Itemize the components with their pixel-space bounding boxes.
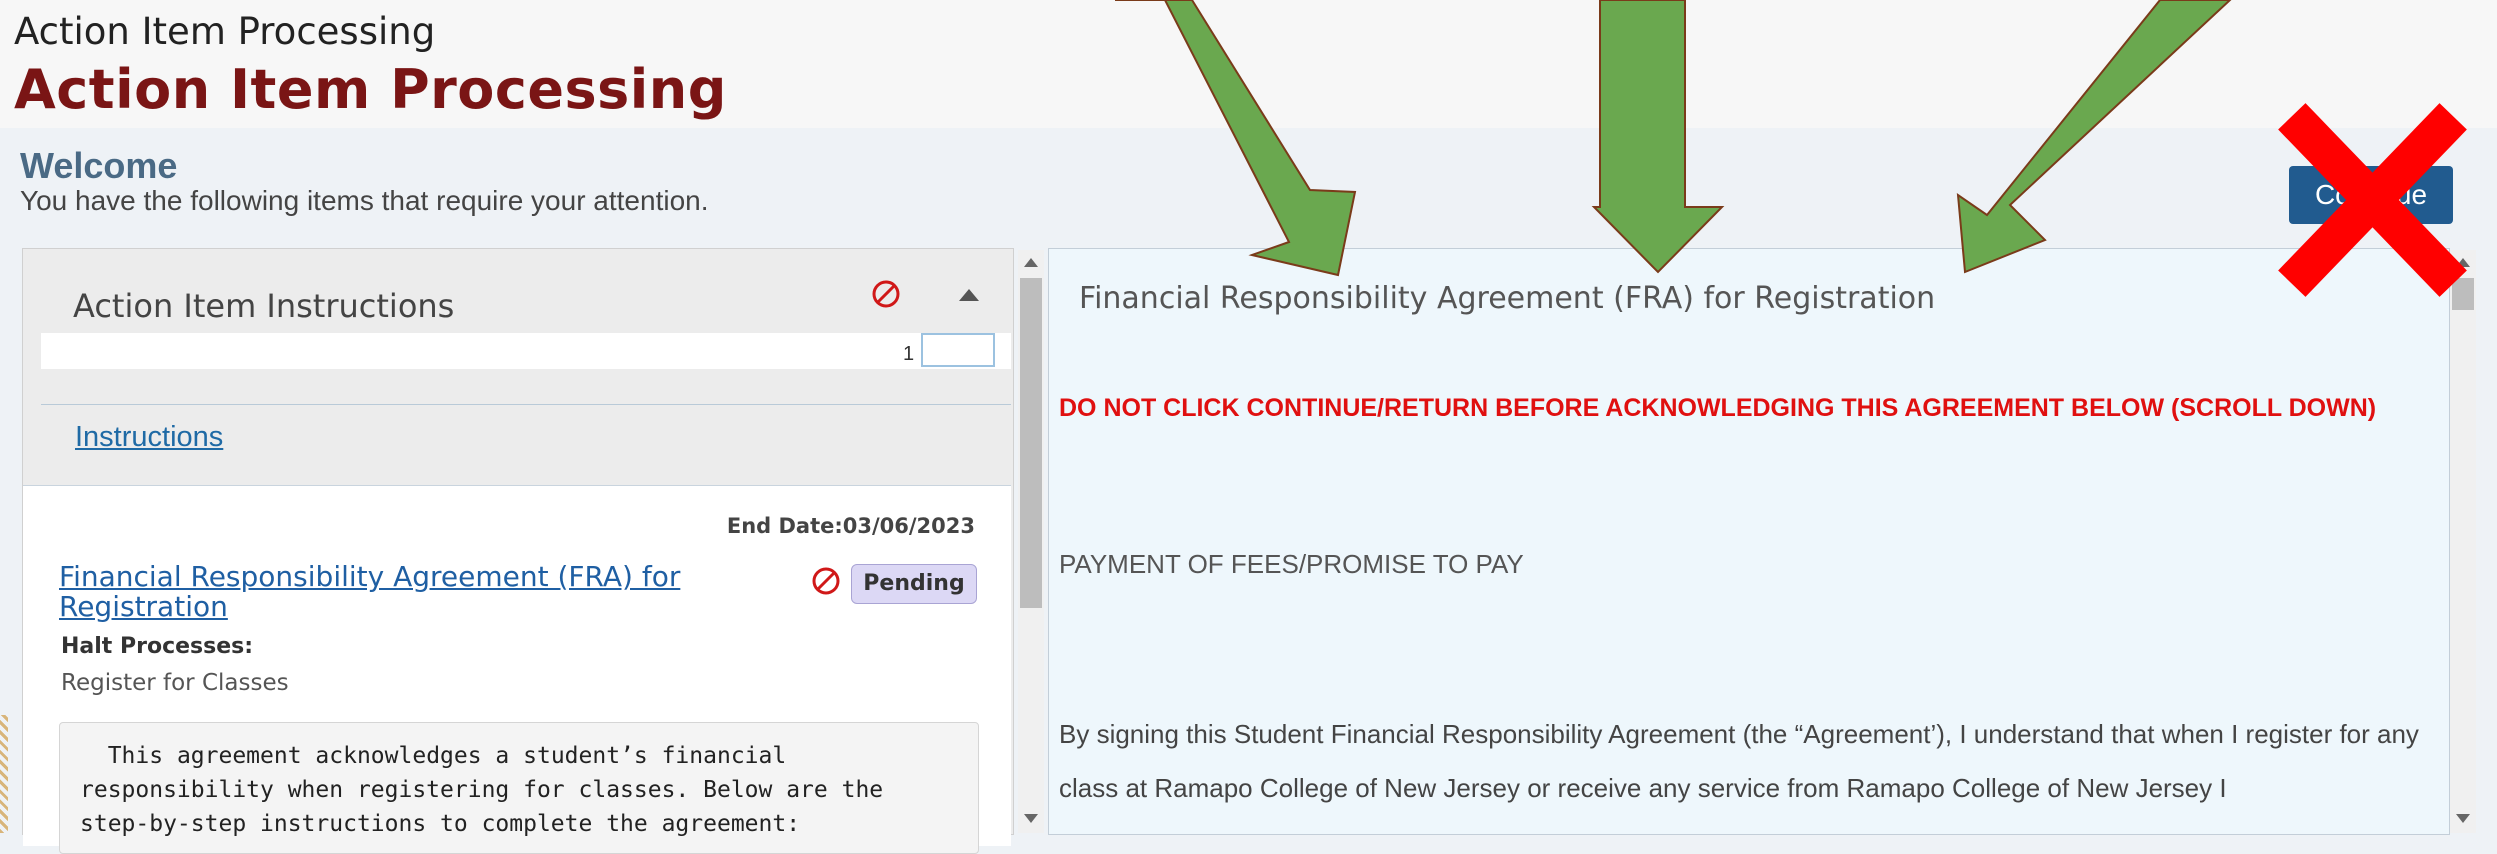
action-item-card: End Date:03/06/2023 Financial Responsibi… <box>23 485 1011 854</box>
progress-bar <box>41 333 1011 369</box>
welcome-title: Welcome <box>20 145 178 186</box>
progress-indicator <box>921 333 995 367</box>
action-item-link[interactable]: Financial Responsibility Agreement (FRA)… <box>59 562 739 622</box>
status-badge: Pending <box>851 564 977 604</box>
warning-text: DO NOT CLICK CONTINUE/RETURN BEFORE ACKN… <box>1059 394 2377 422</box>
halt-icon <box>872 280 900 308</box>
left-scrollbar[interactable] <box>1018 250 1044 833</box>
action-item-instructions-panel: Action Item Instructions 1 Instructions … <box>22 248 1014 854</box>
item-description: This agreement acknowledges a student’s … <box>80 743 884 837</box>
window-title: Action Item Processing <box>14 10 436 53</box>
agreement-title: Financial Responsibility Agreement (FRA)… <box>1079 281 1936 316</box>
right-scrollbar[interactable] <box>2450 250 2476 833</box>
page-header: Action Item Processing <box>0 58 2497 128</box>
agreement-panel: Financial Responsibility Agreement (FRA)… <box>1048 248 2450 835</box>
halt-icon <box>812 567 840 595</box>
scroll-up-icon[interactable] <box>2456 258 2470 267</box>
agreement-body: By signing this Student Financial Respon… <box>1059 719 2419 803</box>
welcome-subtitle: You have the following items that requir… <box>20 185 709 216</box>
scroll-up-icon[interactable] <box>1024 258 1038 267</box>
halt-processes-value: Register for Classes <box>61 670 289 696</box>
progress-count: 1 <box>903 343 915 365</box>
halt-processes-label: Halt Processes: <box>61 634 254 659</box>
scroll-thumb[interactable] <box>1020 278 1042 608</box>
collapse-icon[interactable] <box>959 289 979 301</box>
divider <box>41 404 1011 405</box>
instructions-link[interactable]: Instructions <box>75 421 223 454</box>
scroll-thumb[interactable] <box>2452 278 2474 310</box>
page-title: Action Item Processing <box>14 58 727 121</box>
end-date: End Date:03/06/2023 <box>726 514 975 538</box>
panel-title: Action Item Instructions <box>73 287 455 325</box>
section-heading: PAYMENT OF FEES/PROMISE TO PAY <box>1059 549 1524 579</box>
decorative-edge <box>0 715 8 833</box>
scroll-down-icon[interactable] <box>2456 814 2470 823</box>
continue-button[interactable]: Continue <box>2289 166 2453 224</box>
item-description-box: This agreement acknowledges a student’s … <box>59 722 979 854</box>
scroll-down-icon[interactable] <box>1024 814 1038 823</box>
